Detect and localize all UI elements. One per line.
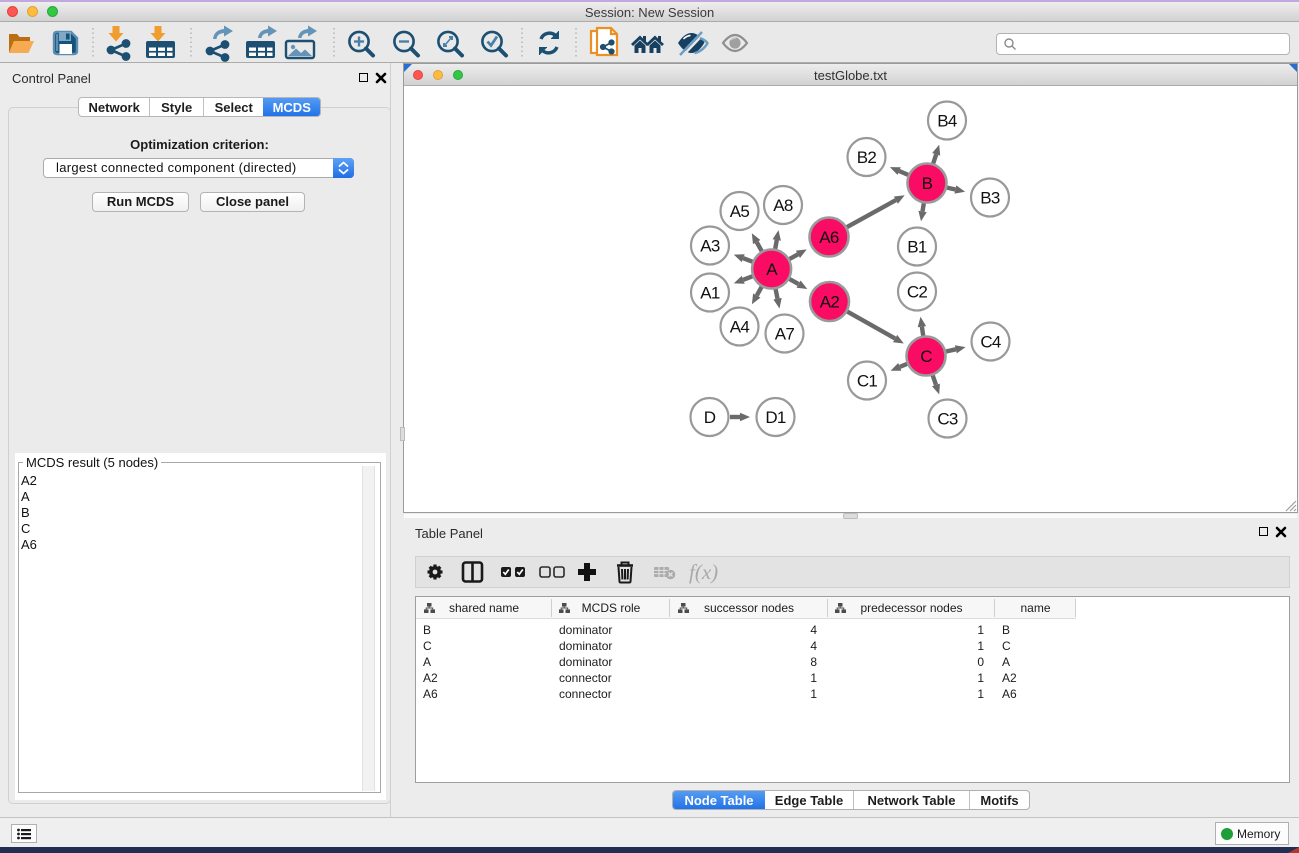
svg-text:C4: C4 (980, 333, 1001, 352)
svg-text:C1: C1 (857, 372, 878, 391)
svg-text:B: B (922, 174, 933, 193)
svg-text:A8: A8 (773, 196, 793, 215)
svg-text:A3: A3 (700, 237, 720, 256)
svg-text:A5: A5 (730, 202, 750, 221)
svg-text:B1: B1 (907, 238, 927, 257)
svg-text:C3: C3 (937, 410, 958, 429)
svg-text:A4: A4 (730, 318, 750, 337)
svg-text:A2: A2 (820, 293, 840, 312)
svg-text:D1: D1 (765, 408, 786, 427)
svg-text:A6: A6 (819, 228, 839, 247)
svg-text:A7: A7 (775, 325, 795, 344)
svg-text:C2: C2 (907, 283, 928, 302)
svg-text:f(x): f(x) (689, 560, 718, 584)
svg-text:A: A (766, 260, 778, 279)
svg-text:B3: B3 (980, 189, 1000, 208)
svg-text:D: D (704, 408, 716, 427)
svg-text:A1: A1 (700, 284, 720, 303)
svg-text:B4: B4 (937, 112, 957, 131)
svg-text:B2: B2 (857, 148, 877, 167)
svg-text:C: C (920, 347, 932, 366)
